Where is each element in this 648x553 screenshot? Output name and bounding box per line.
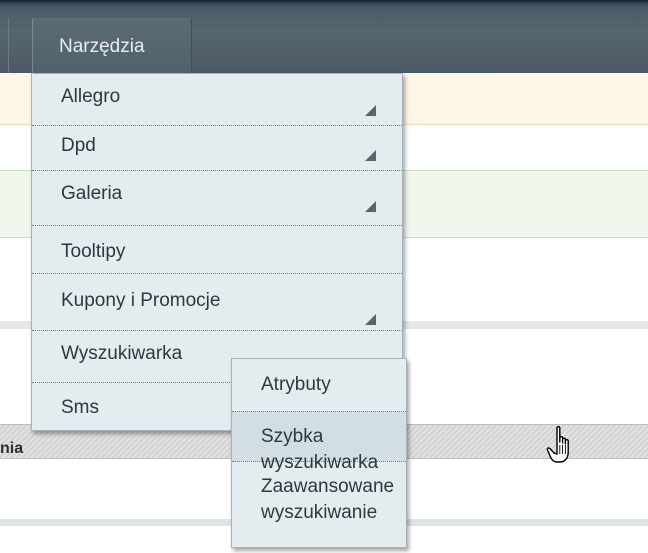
submenu-arrow-icon xyxy=(365,314,376,325)
menu-item-label: Sms xyxy=(61,397,99,418)
menu-item-label: Galeria xyxy=(61,183,123,204)
submenu-item-zaawansowane-wyszukiwanie[interactable]: Zaawansowane wyszukiwanie xyxy=(232,462,406,547)
menu-item-label: Dpd xyxy=(61,135,96,156)
nav-tab-narzedzia[interactable]: Narzędzia xyxy=(32,18,192,75)
submenu-item-label-line2: wyszukiwanie xyxy=(261,502,378,523)
submenu-arrow-icon xyxy=(365,105,376,116)
submenu-item-label-line1: Zaawansowane xyxy=(261,476,395,497)
section-header-label: nia xyxy=(0,440,24,457)
submenu-item-atrybuty[interactable]: Atrybuty xyxy=(232,359,406,412)
submenu-item-label: Zaawansowane wyszukiwanie xyxy=(261,474,394,526)
submenu-item-label: Atrybuty xyxy=(261,374,331,395)
nav-separator xyxy=(8,18,9,73)
menu-item-galeria[interactable]: Galeria xyxy=(32,171,402,226)
menu-item-label: Tooltipy xyxy=(61,241,126,262)
menu-item-kupony-i-promocje[interactable]: Kupony i Promocje xyxy=(32,274,402,331)
menu-item-dpd[interactable]: Dpd xyxy=(32,126,402,171)
hand-cursor-icon xyxy=(546,426,569,463)
menu-item-label: Kupony i Promocje xyxy=(61,290,221,311)
menu-item-label: Allegro xyxy=(61,86,121,107)
menu-item-allegro[interactable]: Allegro xyxy=(32,74,402,126)
menu-item-label: Wyszukiwarka xyxy=(61,343,183,364)
top-nav-bar: Narzędzia xyxy=(0,0,648,75)
submenu-arrow-icon xyxy=(365,201,376,212)
menu-item-tooltipy[interactable]: Tooltipy xyxy=(32,226,402,274)
submenu-item-szybka-wyszukiwarka[interactable]: Szybka wyszukiwarka xyxy=(232,412,406,473)
wyszukiwarka-submenu: Atrybuty Szybka wyszukiwarka Zaawansowan… xyxy=(231,358,407,548)
submenu-arrow-icon xyxy=(365,150,376,161)
nav-tab-label: Narzędzia xyxy=(59,36,145,57)
